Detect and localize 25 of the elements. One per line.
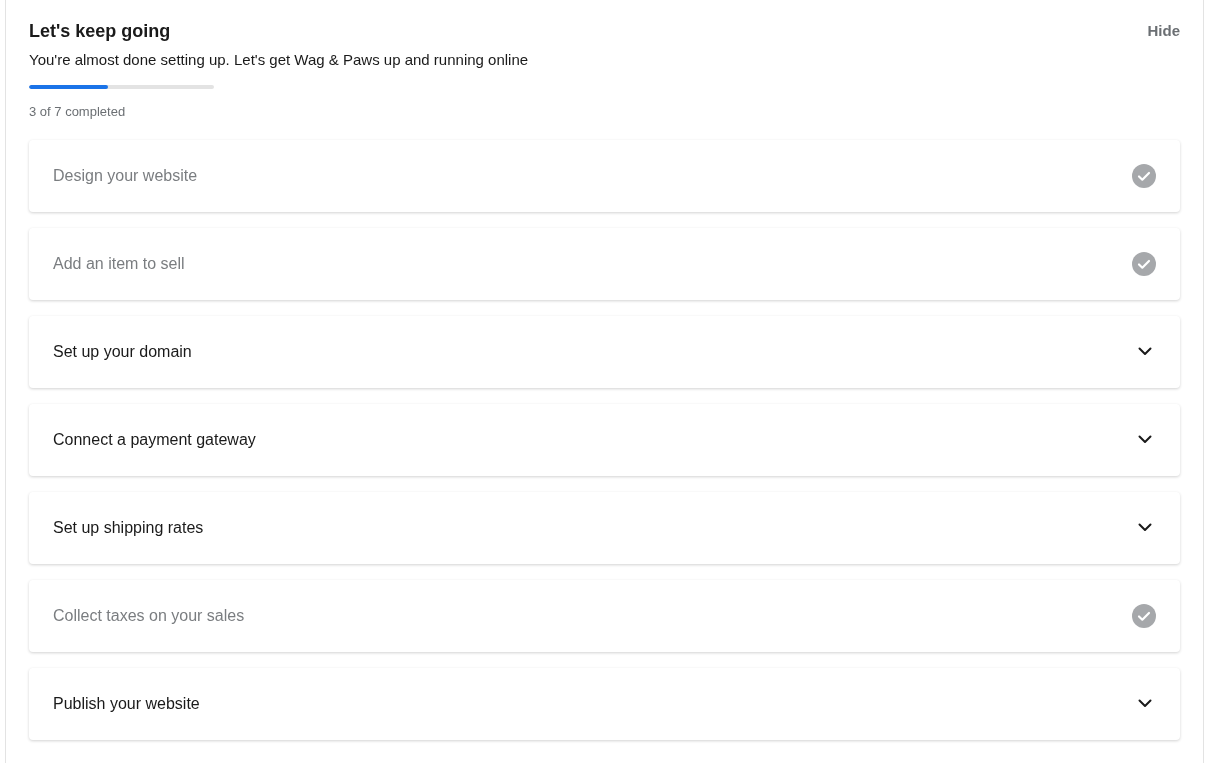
panel-title: Let's keep going [29,20,172,43]
task-label: Add an item to sell [53,253,185,274]
task-label: Collect taxes on your sales [53,605,245,626]
chevron-down-icon [1138,523,1152,532]
task-card[interactable]: Set up your domain [29,315,1180,388]
task-card[interactable]: Publish your website [29,667,1180,740]
check-circle-icon [1132,603,1156,628]
progress-label: 3 of 7 completed [29,103,127,121]
task-card[interactable]: Collect taxes on your sales [29,579,1180,652]
chevron-down-icon [1138,347,1152,356]
chevron-down-icon [1138,699,1152,708]
task-card[interactable]: Design your website [29,139,1180,212]
task-card[interactable]: Add an item to sell [29,227,1180,300]
task-label: Design your website [53,165,198,186]
panel-subtitle: You're almost done setting up. Let's get Wag & Paws up and running online [29,50,529,70]
hide-link[interactable]: Hide [1147,20,1180,43]
check-circle-icon [1132,163,1156,188]
task-label: Set up your domain [53,341,192,362]
task-label: Publish your website [53,693,200,714]
task-label: Set up shipping rates [53,517,204,538]
task-card[interactable]: Connect a payment gateway [29,403,1180,476]
task-label: Connect a payment gateway [53,429,256,450]
check-circle-icon [1132,251,1156,276]
chevron-down-icon [1138,435,1152,444]
task-card[interactable]: Set up shipping rates [29,491,1180,564]
